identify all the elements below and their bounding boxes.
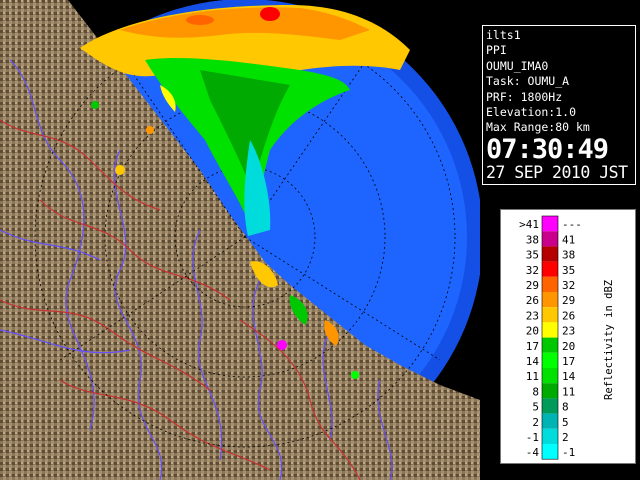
elevation-value: Elevation:1.0 xyxy=(486,105,577,120)
legend-lower-label: -1 xyxy=(526,431,539,444)
legend-lower-label: 5 xyxy=(532,401,539,414)
scan-date: 27 SEP 2010 JST xyxy=(486,162,628,182)
legend-upper-label: 41 xyxy=(562,233,575,246)
legend-upper-label: 8 xyxy=(562,401,569,414)
legend-lower-label: 20 xyxy=(526,325,539,338)
legend-upper-label: 2 xyxy=(562,431,569,444)
legend-swatch xyxy=(542,307,558,323)
legend-swatch xyxy=(542,231,558,247)
legend-title: Reflectivity in dBZ xyxy=(603,280,615,400)
prf-value: PRF: 1800Hz xyxy=(486,89,563,104)
legend-lower-label: 2 xyxy=(532,416,539,429)
legend-lower-label: 23 xyxy=(526,309,539,322)
legend-swatch xyxy=(542,383,558,399)
legend-swatch xyxy=(542,398,558,414)
legend-upper-label: 32 xyxy=(562,279,575,292)
legend-upper-label: 11 xyxy=(562,385,575,398)
legend-lower-label: 17 xyxy=(526,340,539,353)
legend-lower-label: 35 xyxy=(526,249,539,262)
legend-swatch xyxy=(542,368,558,384)
legend-upper-label: --- xyxy=(562,218,582,231)
legend-lower-label: 29 xyxy=(526,279,539,292)
legend-swatch xyxy=(542,444,558,460)
legend-upper-label: 35 xyxy=(562,264,575,277)
legend-swatch xyxy=(542,246,558,262)
legend-swatch xyxy=(542,337,558,353)
radar-info-box: ilts1 PPI OUMU_IMA0 Task: OUMU_A PRF: 18… xyxy=(482,25,636,185)
legend-swatch xyxy=(542,413,558,429)
legend-lower-label: 38 xyxy=(526,233,539,246)
legend-swatch xyxy=(542,322,558,338)
legend-upper-label: -1 xyxy=(562,446,575,459)
legend-lower-label: 11 xyxy=(526,370,539,383)
legend-upper-label: 29 xyxy=(562,294,575,307)
task-name: Task: OUMU_A xyxy=(486,74,570,89)
scan-mode: PPI xyxy=(486,43,507,58)
legend-lower-label: 32 xyxy=(526,264,539,277)
legend-swatch xyxy=(542,292,558,308)
legend-upper-label: 17 xyxy=(562,355,575,368)
legend-lower-label: >41 xyxy=(519,218,539,231)
legend-lower-label: 26 xyxy=(526,294,539,307)
reflectivity-legend: Reflectivity in dBZ >41 --- 38 41 35 38 32 35 29… xyxy=(500,209,636,464)
legend-swatch xyxy=(542,428,558,444)
legend-swatch xyxy=(542,276,558,292)
legend-upper-label: 26 xyxy=(562,309,575,322)
legend-upper-label: 5 xyxy=(562,416,569,429)
legend-upper-label: 38 xyxy=(562,249,575,262)
legend-scale: Reflectivity in dBZ >41 --- 38 41 35 38 32 35 29… xyxy=(519,215,615,460)
legend-swatch xyxy=(542,352,558,368)
product-name: OUMU_IMA0 xyxy=(486,58,549,73)
legend-lower-label: 14 xyxy=(526,355,540,368)
scan-time: 07:30:49 xyxy=(486,133,609,165)
legend-lower-label: 8 xyxy=(532,385,539,398)
legend-swatch xyxy=(542,261,558,277)
radar-ppi-map[interactable] xyxy=(0,0,480,480)
legend-upper-label: 23 xyxy=(562,325,575,338)
info-panel: ilts1 PPI OUMU_IMA0 Task: OUMU_A PRF: 18… xyxy=(480,0,640,480)
legend-upper-label: 14 xyxy=(562,370,576,383)
site-name: ilts1 xyxy=(486,28,521,42)
legend-swatch xyxy=(542,216,558,232)
legend-upper-label: 20 xyxy=(562,340,575,353)
legend-lower-label: -4 xyxy=(526,446,540,459)
